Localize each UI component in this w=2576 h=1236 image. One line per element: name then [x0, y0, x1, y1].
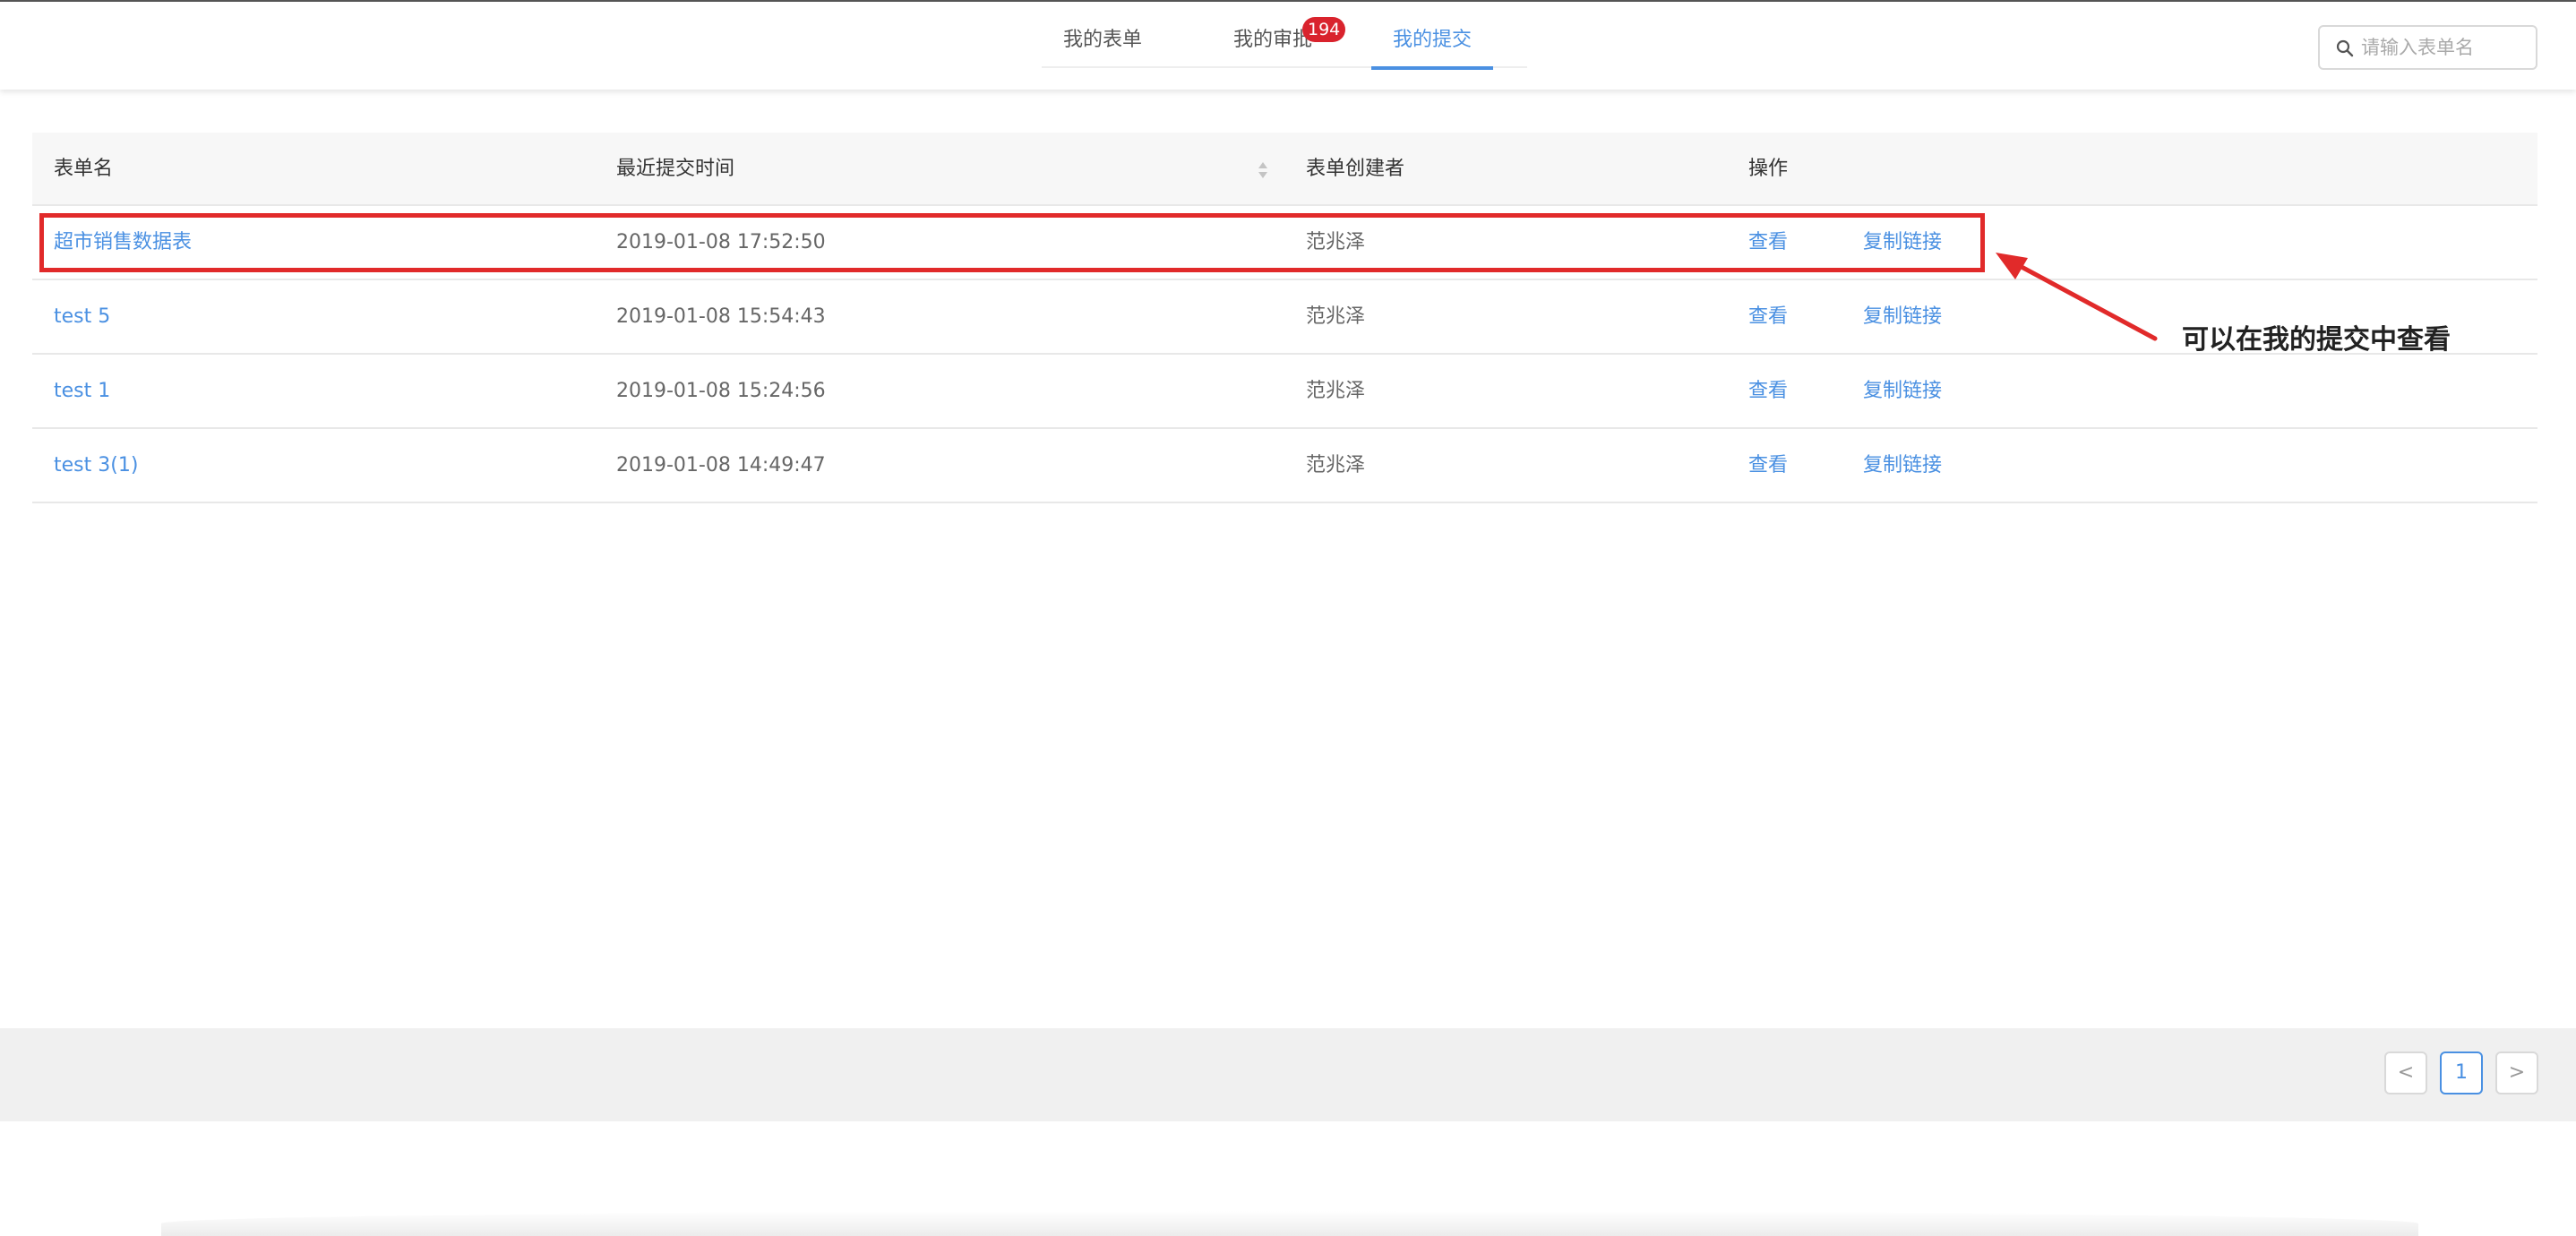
table-row: test 3(1) 2019-01-08 14:49:47 范兆泽 查看 复制链… [32, 429, 2537, 503]
tab-bar: 我的表单 我的审批 我的提交 [1042, 2, 1527, 70]
view-link[interactable]: 查看 [1748, 280, 1788, 353]
form-name-link[interactable]: test 5 [54, 280, 110, 353]
table-row: test 1 2019-01-08 15:24:56 范兆泽 查看 复制链接 [32, 355, 2537, 429]
view-link[interactable]: 查看 [1748, 355, 1788, 427]
bottom-shadow [161, 1211, 2418, 1236]
view-link[interactable]: 查看 [1748, 429, 1788, 502]
pagination-page-1[interactable]: 1 [2440, 1051, 2483, 1094]
tab-my-forms[interactable]: 我的表单 [1042, 2, 1163, 68]
pagination-next-button[interactable]: > [2495, 1051, 2538, 1094]
creator-name: 范兆泽 [1306, 305, 1366, 328]
tab-my-submissions[interactable]: 我的提交 [1371, 2, 1493, 70]
search-icon [2336, 39, 2354, 57]
pagination-prev-button[interactable]: < [2384, 1051, 2427, 1094]
search-box[interactable] [2318, 25, 2537, 70]
copy-link-button[interactable]: 复制链接 [1863, 429, 1942, 502]
annotation-text: 可以在我的提交中查看 [2182, 324, 2451, 356]
table-header: 表单名 最近提交时间 表单创建者 操作 [32, 133, 2537, 206]
column-header-creator: 表单创建者 [1306, 158, 1405, 180]
top-bar: 我的表单 我的审批 我的提交 194 [0, 0, 2576, 90]
column-header-actions: 操作 [1748, 158, 1789, 180]
column-header-form-name: 表单名 [54, 158, 114, 180]
annotation-arrow-icon [1996, 253, 2158, 341]
approvals-count-badge: 194 [1302, 17, 1346, 42]
annotation-highlight-box [39, 213, 1985, 272]
form-name-link[interactable]: test 3(1) [54, 429, 138, 502]
submit-time: 2019-01-08 15:54:43 [616, 305, 826, 328]
pagination-bar: < 1 > [0, 1028, 2576, 1121]
column-header-last-submit-time: 最近提交时间 [616, 158, 735, 180]
submit-time: 2019-01-08 15:24:56 [616, 380, 826, 402]
copy-link-button[interactable]: 复制链接 [1863, 280, 1942, 353]
sort-icon[interactable] [1257, 159, 1269, 181]
creator-name: 范兆泽 [1306, 380, 1366, 402]
form-name-link[interactable]: test 1 [54, 355, 110, 427]
copy-link-button[interactable]: 复制链接 [1863, 355, 1942, 427]
submit-time: 2019-01-08 14:49:47 [616, 454, 826, 476]
search-input[interactable] [2361, 32, 2529, 63]
creator-name: 范兆泽 [1306, 454, 1366, 476]
page: 我的表单 我的审批 我的提交 194 表单名 最近提交时间 表单创建者 操作 超… [0, 0, 2576, 1236]
